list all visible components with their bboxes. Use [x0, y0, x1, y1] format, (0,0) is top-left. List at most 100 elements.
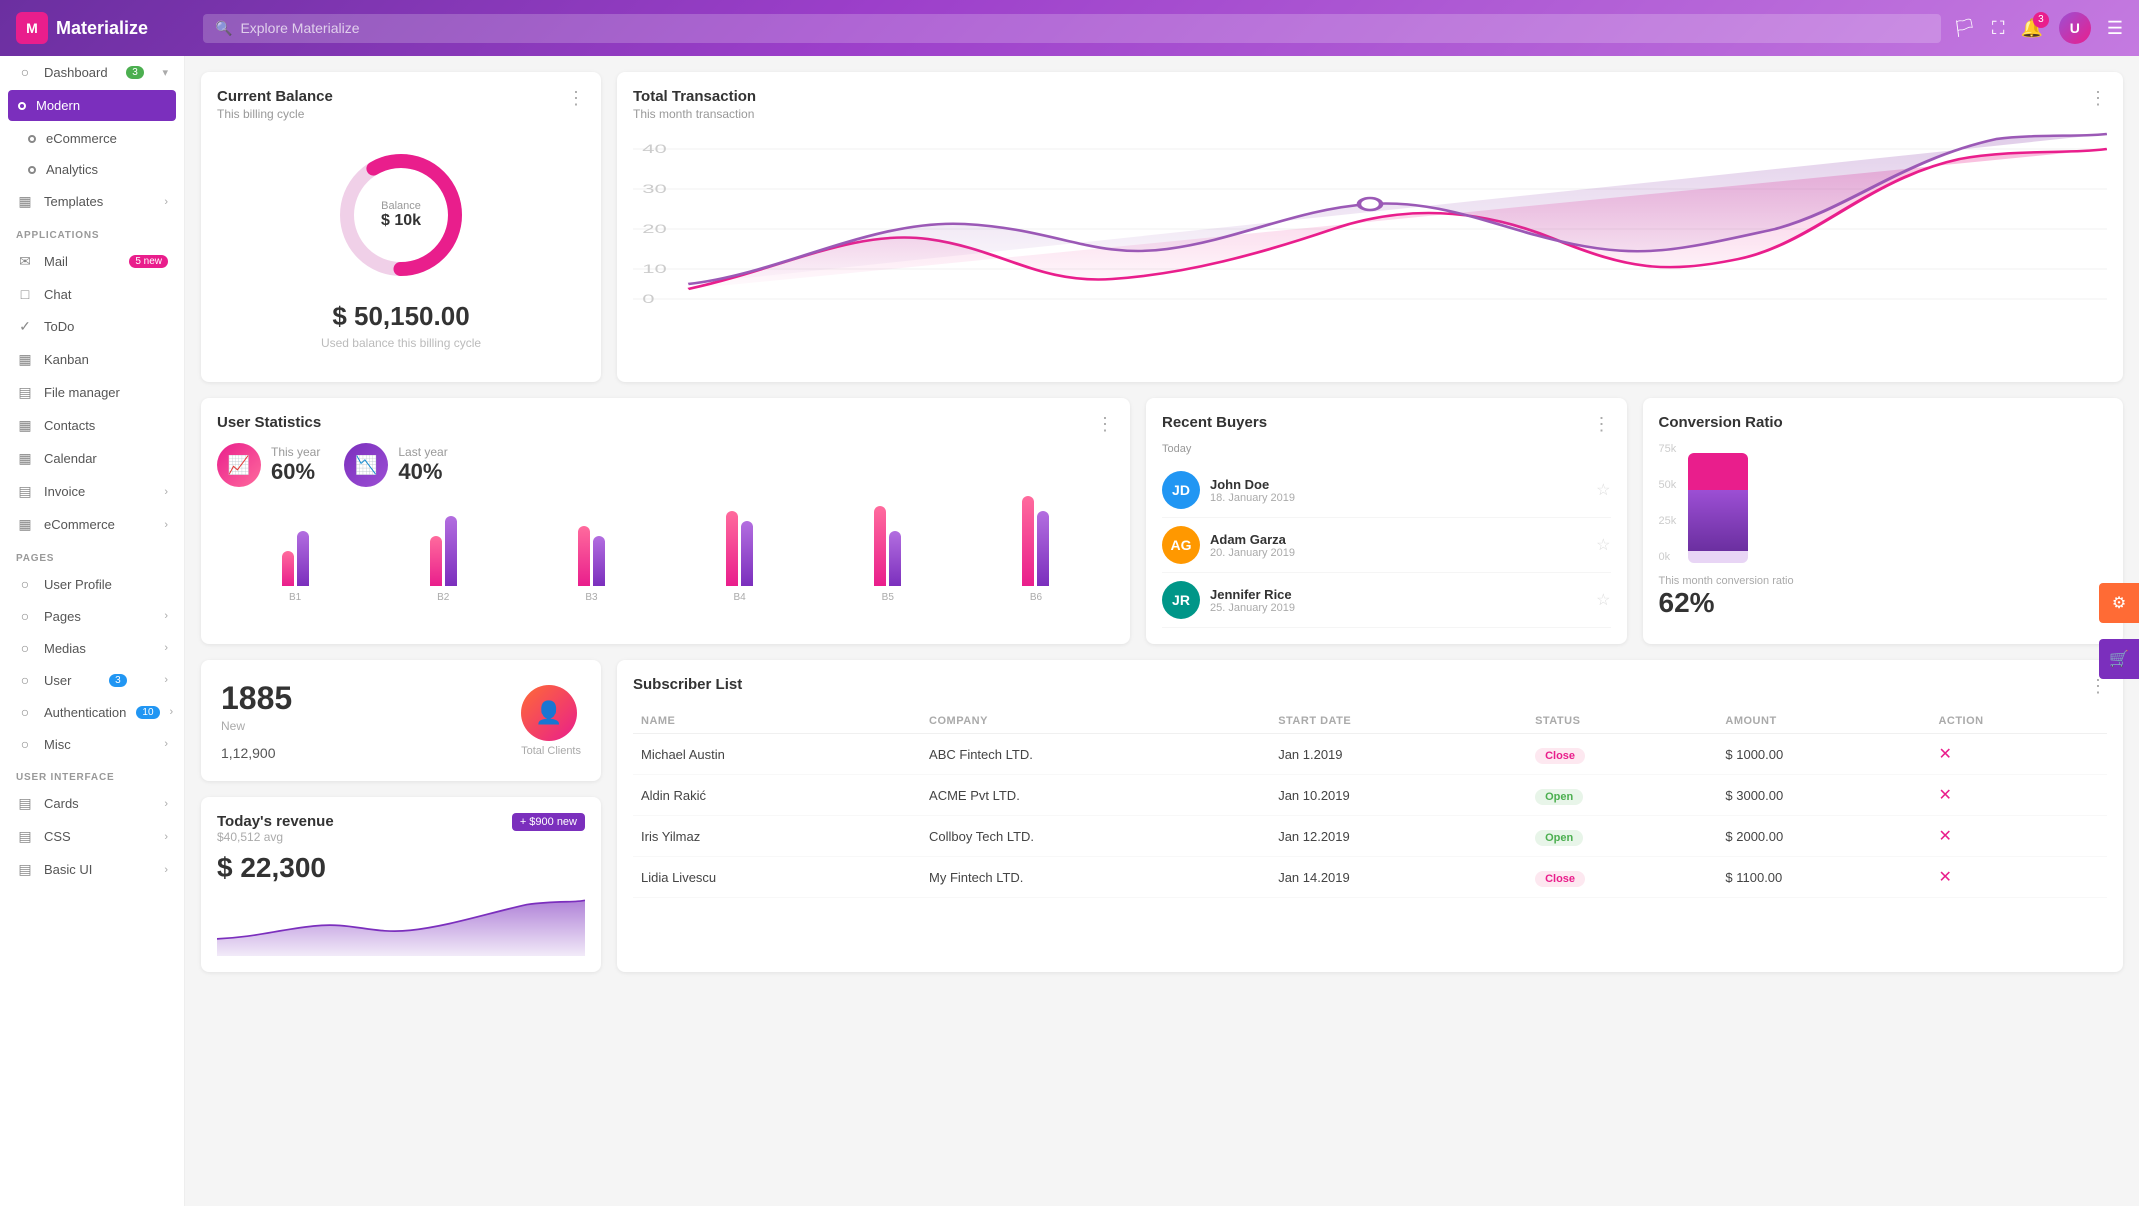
buyer-avatar: AG: [1162, 526, 1200, 564]
sidebar-item-templates[interactable]: ▦ Templates ›: [0, 185, 184, 218]
file-manager-icon: ▤: [16, 384, 34, 401]
balance-subtitle: This billing cycle: [217, 107, 333, 121]
buyers-menu[interactable]: ⋮: [1593, 414, 1611, 435]
sidebar-item-misc[interactable]: ○ Misc ›: [0, 728, 184, 760]
clients-card: 1885 New 1,12,900 👤 Total Clients: [201, 660, 601, 781]
user-badge: 3: [109, 674, 127, 687]
balance-menu[interactable]: ⋮: [567, 88, 585, 109]
revenue-badge: + $900 new: [512, 813, 585, 831]
sidebar-item-pages[interactable]: ○ Pages ›: [0, 600, 184, 632]
subscriber-name: Iris Yilmaz: [633, 816, 921, 857]
sidebar-item-user-profile[interactable]: ○ User Profile: [0, 568, 184, 600]
sidebar-item-mail[interactable]: ✉ Mail 5 new: [0, 245, 184, 278]
donut-chart: Balance $ 10k: [331, 145, 471, 285]
mail-icon: ✉: [16, 253, 34, 270]
table-row: Aldin RakićACME Pvt LTD.Jan 10.2019Open$…: [633, 775, 2107, 816]
invoice-icon: ▤: [16, 483, 34, 500]
sidebar-item-invoice[interactable]: ▤ Invoice ›: [0, 475, 184, 508]
stats-card-header: User Statistics ⋮: [217, 414, 1114, 435]
ecommerce2-icon: ▦: [16, 516, 34, 533]
search-placeholder: Explore Materialize: [240, 20, 359, 36]
subscriber-table: NAME COMPANY START DATE STATUS AMOUNT AC…: [633, 709, 2107, 898]
revenue-avg: $40,512 avg: [217, 830, 334, 844]
subscriber-card-header: Subscriber List ⋮: [633, 676, 2107, 697]
sidebar-item-dashboard[interactable]: ○ Dashboard 3 ▾: [0, 56, 184, 88]
conversion-y-labels: 75k 50k 25k 0k: [1659, 443, 1677, 563]
sidebar-item-ecommerce[interactable]: eCommerce: [0, 123, 184, 154]
sidebar-item-calendar[interactable]: ▦ Calendar: [0, 442, 184, 475]
subscriber-table-head: NAME COMPANY START DATE STATUS AMOUNT AC…: [633, 709, 2107, 734]
buyer-star[interactable]: ☆: [1596, 590, 1610, 610]
sidebar-item-user[interactable]: ○ User 3 ›: [0, 664, 184, 696]
sidebar-item-analytics[interactable]: Analytics: [0, 154, 184, 185]
bar-label: B5: [882, 592, 894, 603]
conv-label-0k: 0k: [1659, 551, 1677, 563]
buyer-info: Jennifer Rice25. January 2019: [1210, 587, 1295, 614]
buyer-star[interactable]: ☆: [1596, 480, 1610, 500]
bar-label: B1: [289, 592, 301, 603]
sidebar-item-chat[interactable]: □ Chat: [0, 278, 184, 310]
buyer-row: JRJennifer Rice25. January 2019☆: [1162, 573, 1611, 628]
pages-chevron: ›: [164, 610, 168, 622]
user-stats-card: User Statistics ⋮ 📈 This year 60% 📉: [201, 398, 1130, 644]
bar-group-b2: B2: [373, 496, 513, 603]
sidebar-item-ecommerce2[interactable]: ▦ eCommerce ›: [0, 508, 184, 541]
conversion-value: 62%: [1659, 587, 2108, 619]
subscriber-menu[interactable]: ⋮: [2089, 676, 2107, 697]
bell-icon[interactable]: 🔔 3: [2020, 18, 2042, 39]
settings-fab[interactable]: ⚙: [2099, 583, 2139, 623]
sidebar-item-auth[interactable]: ○ Authentication 10 ›: [0, 696, 184, 728]
invoice-chevron: ›: [164, 486, 168, 498]
stats-menu[interactable]: ⋮: [1096, 414, 1114, 435]
sidebar-label-contacts: Contacts: [44, 418, 95, 433]
subscriber-card: Subscriber List ⋮ NAME COMPANY START DAT…: [617, 660, 2123, 972]
sidebar-label-pages: Pages: [44, 609, 81, 624]
search-bar[interactable]: 🔍 Explore Materialize: [203, 14, 1941, 43]
delete-button[interactable]: ✕: [1938, 746, 1951, 763]
css-icon: ▤: [16, 828, 34, 845]
subscriber-company: ABC Fintech LTD.: [921, 734, 1270, 775]
transaction-menu[interactable]: ⋮: [2089, 88, 2107, 109]
transaction-subtitle: This month transaction: [633, 107, 756, 121]
flag-icon[interactable]: 🏳: [1953, 18, 1976, 39]
sidebar-item-contacts[interactable]: ▦ Contacts: [0, 409, 184, 442]
sidebar-item-file-manager[interactable]: ▤ File manager: [0, 376, 184, 409]
subscriber-action: ✕: [1930, 734, 2107, 775]
this-year-value: 60%: [271, 459, 320, 485]
mail-badge: 5 new: [129, 255, 168, 268]
sidebar-item-basic-ui[interactable]: ▤ Basic UI ›: [0, 853, 184, 886]
buyer-star[interactable]: ☆: [1596, 535, 1610, 555]
pages-icon: ○: [16, 608, 34, 624]
delete-button[interactable]: ✕: [1938, 869, 1951, 886]
bar-purple: [445, 516, 457, 586]
sidebar-item-medias[interactable]: ○ Medias ›: [0, 632, 184, 664]
subscriber-action: ✕: [1930, 816, 2107, 857]
delete-button[interactable]: ✕: [1938, 828, 1951, 845]
sidebar-item-cards[interactable]: ▤ Cards ›: [0, 787, 184, 820]
transaction-card-header: Total Transaction This month transaction…: [633, 88, 2107, 121]
total-clients-label: Total Clients: [521, 745, 581, 757]
donut-label-title: Balance: [381, 200, 421, 212]
clients-sub-number: 1,12,900: [221, 745, 276, 761]
subscriber-amount: $ 1000.00: [1717, 734, 1930, 775]
bar-purple: [297, 531, 309, 586]
revenue-titles: Today's revenue $40,512 avg: [217, 813, 334, 844]
sidebar-item-modern[interactable]: Modern: [8, 90, 176, 121]
buyer-avatar: JD: [1162, 471, 1200, 509]
dashboard-icon: ○: [16, 64, 34, 80]
last-year-text: Last year 40%: [398, 445, 447, 485]
subscriber-action: ✕: [1930, 857, 2107, 898]
cart-fab[interactable]: 🛒: [2099, 639, 2139, 679]
hamburger-icon[interactable]: ☰: [2107, 18, 2123, 39]
expand-icon[interactable]: ⛶: [1992, 18, 2005, 39]
sidebar-item-css[interactable]: ▤ CSS ›: [0, 820, 184, 853]
sidebar-label-user-profile: User Profile: [44, 577, 112, 592]
conversion-card: Conversion Ratio 75k 50k 25k 0k: [1643, 398, 2124, 644]
sidebar-item-todo[interactable]: ✓ ToDo: [0, 310, 184, 343]
delete-button[interactable]: ✕: [1938, 787, 1951, 804]
bar-group-b6: B6: [966, 496, 1106, 603]
basic-ui-icon: ▤: [16, 861, 34, 878]
sidebar-item-kanban[interactable]: ▦ Kanban: [0, 343, 184, 376]
subscriber-action: ✕: [1930, 775, 2107, 816]
user-avatar[interactable]: U: [2059, 12, 2091, 44]
